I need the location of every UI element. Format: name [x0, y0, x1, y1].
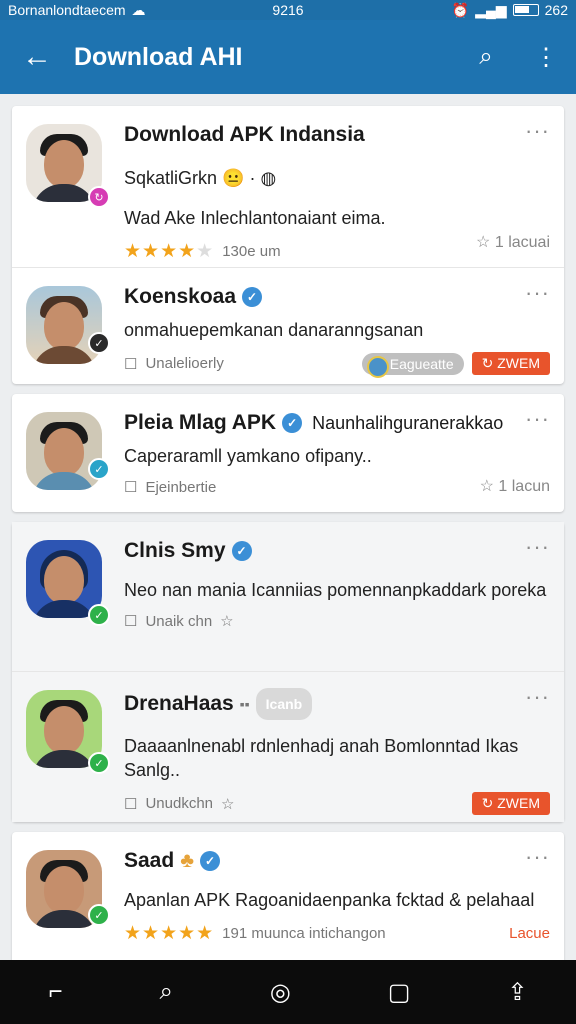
- app-bar: ← Download AHI ⌕ ⋮: [0, 20, 576, 94]
- rating-count: 130e um: [222, 243, 281, 260]
- bottom-nav: ⌐ ⌕ ◎ ▢ ⇪: [0, 960, 576, 1024]
- checkbox-icon[interactable]: ☐: [124, 612, 137, 630]
- rating-stars: ★★★★★: [124, 923, 215, 944]
- feed-card: ✓ ··· Pleia Mlag APK ✓ Naunhalihguranerakk…: [12, 394, 564, 512]
- verified-icon: ✓: [242, 287, 263, 307]
- nav-recents-icon[interactable]: ▢: [388, 978, 411, 1007]
- globe-icon: ◍: [260, 168, 277, 188]
- feed-card: ✓ ··· Saad ♣ ✓ Apanlan APK Ragoanidaenpank…: [12, 832, 564, 972]
- more-options-icon[interactable]: ···: [525, 120, 550, 142]
- checkbox-icon[interactable]: ☐: [124, 795, 137, 813]
- item-description: Caperaramll yamkano ofipany..: [124, 446, 372, 466]
- verified-icon: ✓: [282, 413, 303, 433]
- emoji-icon: 😐: [222, 168, 245, 188]
- item-description: Daaaanlnenabl rdnlenhadj anah Bomlonntad…: [124, 736, 519, 780]
- signal-icon: ▂▄▆: [475, 1, 507, 18]
- avatar[interactable]: [26, 412, 102, 490]
- more-options-icon[interactable]: ···: [525, 282, 550, 304]
- status-badge: ✓: [88, 604, 110, 626]
- status-badge: ↻: [88, 186, 110, 208]
- more-options-icon[interactable]: ···: [525, 408, 550, 430]
- item-extra: Naunhalihguranerakkao: [312, 413, 504, 433]
- status-badge: ✓: [88, 752, 110, 774]
- item-name: Download APK Indansia: [124, 123, 365, 146]
- item-right-meta: 1 lacuai: [494, 234, 550, 251]
- feed-card: ✓ ··· Clnis Smy ✓ Neo nan mania Icanniias…: [12, 522, 564, 822]
- more-options-icon[interactable]: ···: [525, 846, 550, 868]
- list-item[interactable]: ↻ ··· Download APK Indansia SqkatliGrkn …: [12, 106, 564, 268]
- checkbox-icon[interactable]: ☐: [124, 355, 137, 373]
- tag-pill[interactable]: Icanb: [255, 688, 313, 720]
- star-outline-icon: ☆: [220, 613, 234, 630]
- more-options-icon[interactable]: ···: [525, 536, 550, 558]
- page-title: Download AHI: [74, 42, 243, 71]
- status-bar: Bornanlondtaecem ☁ 9216 ⏰ ▂▄▆ 262: [0, 0, 576, 20]
- star-outline-icon: ☆: [476, 234, 491, 251]
- item-meta: Unaik chn: [145, 612, 213, 630]
- status-badge: ✓: [88, 332, 110, 354]
- item-right-meta: 1 lacun: [498, 478, 550, 495]
- list-item[interactable]: ✓ ··· Pleia Mlag APK ✓ Naunhalihguranerakk…: [12, 394, 564, 512]
- alarm-icon: ⏰: [451, 1, 470, 18]
- item-name: Clnis Smy: [124, 539, 226, 562]
- list-item[interactable]: ✓ ··· DrenaHaas ▪▪ Icanb Daaaanlnenabl rdn…: [12, 672, 564, 822]
- item-name: DrenaHaas: [124, 692, 234, 715]
- back-arrow-icon[interactable]: ←: [0, 40, 74, 74]
- list-item[interactable]: ✓ ··· Clnis Smy ✓ Neo nan mania Icanniias…: [12, 522, 564, 672]
- nav-search-icon[interactable]: ⌕: [159, 978, 172, 1006]
- verified-icon: ✓: [199, 851, 220, 871]
- item-name: Koenskoaa: [124, 285, 237, 308]
- item-right-meta: Lacue: [509, 925, 550, 942]
- star-outline-icon: ☆: [479, 478, 494, 495]
- item-description: Apanlan APK Ragoanidaenpanka fcktad & pe…: [124, 890, 535, 910]
- rating-stars: ★★★★★: [124, 241, 215, 262]
- item-name: Saad: [124, 849, 175, 872]
- item-meta: Unudkchn: [145, 795, 213, 812]
- more-options-icon[interactable]: ···: [525, 686, 550, 708]
- feed-card: ↻ ··· Download APK Indansia SqkatliGrkn …: [12, 106, 564, 384]
- item-subtitle: SqkatliGrkn: [124, 168, 218, 188]
- emoji-icon: ♣: [180, 849, 194, 872]
- star-outline-icon: ☆: [221, 795, 235, 813]
- feed-list: ↻ ··· Download APK Indansia SqkatliGrkn …: [12, 106, 564, 982]
- carrier-text: Bornanlondtaecem: [8, 2, 126, 18]
- verified-icon: ✓: [231, 541, 252, 561]
- nav-back-icon[interactable]: ⌐: [48, 978, 62, 1006]
- checkbox-icon[interactable]: ☐: [124, 478, 137, 496]
- avatar[interactable]: [26, 286, 102, 364]
- overflow-menu-icon[interactable]: ⋮: [516, 43, 576, 72]
- item-meta: Unalelioerly: [145, 355, 224, 372]
- item-description: onmahuepemkanan danaranngsanan: [124, 320, 424, 340]
- message-icon: ▪▪: [239, 696, 250, 712]
- item-meta: 191 muunca intichangon: [222, 925, 386, 942]
- item-description: Wad Ake Inlechlantonaiant eima.: [124, 208, 386, 228]
- item-name: Pleia Mlag APK: [124, 411, 277, 434]
- battery-text: 262: [544, 2, 568, 18]
- list-item[interactable]: ✓ ··· Koenskoaa ✓ onmahuepemkanan danaran…: [12, 268, 564, 384]
- nav-home-icon[interactable]: ◎: [270, 978, 291, 1007]
- list-item[interactable]: ✓ ··· Saad ♣ ✓ Apanlan APK Ragoanidaenpank…: [12, 832, 564, 972]
- status-badge: ✓: [88, 458, 110, 480]
- nav-profile-icon[interactable]: ⇪: [507, 978, 527, 1007]
- search-icon[interactable]: ⌕: [456, 43, 516, 71]
- status-badge: ✓: [88, 904, 110, 926]
- refresh-icon: ↻: [481, 795, 498, 811]
- item-description: Neo nan mania Icanniias pomennanpkaddark…: [124, 580, 547, 600]
- action-button[interactable]: ↻ ZWEM: [471, 352, 550, 375]
- action-button[interactable]: ↻ ZWEM: [471, 792, 550, 815]
- tag-pill[interactable]: Eagueatte: [361, 352, 464, 378]
- action-button-label: ZWEM: [497, 355, 540, 371]
- item-meta: Ejeinbertie: [145, 478, 217, 496]
- refresh-icon: ↻: [481, 355, 498, 371]
- cloud-icon: ☁: [131, 1, 146, 18]
- battery-icon: [512, 4, 539, 16]
- action-button-label: ZWEM: [497, 795, 540, 811]
- clock: 9216: [272, 2, 304, 18]
